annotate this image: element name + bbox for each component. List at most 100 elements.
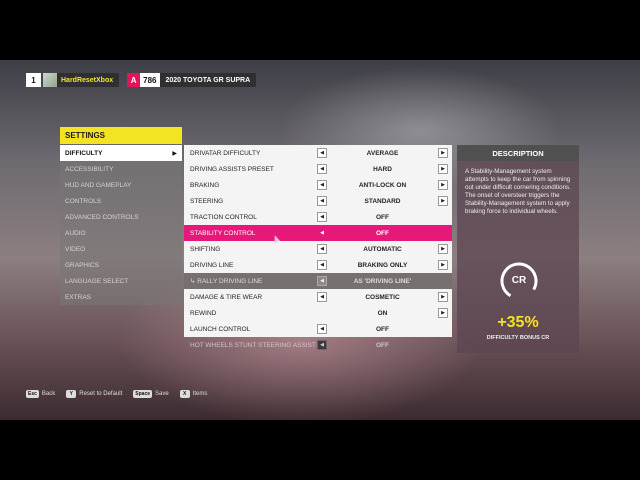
menu-item-language-select[interactable]: LANGUAGE SELECT xyxy=(60,273,182,289)
option-value: OFF xyxy=(376,213,389,221)
menu-item-label: EXTRAS xyxy=(65,293,92,301)
arrow-right-icon[interactable]: ▶ xyxy=(438,148,448,158)
arrow-left-icon[interactable]: ◀ xyxy=(317,212,327,222)
menu-item-label: HUD AND GAMEPLAY xyxy=(65,181,132,189)
back-control[interactable]: Esc Back xyxy=(26,390,55,398)
option-value: ANTI-LOCK ON xyxy=(358,181,407,189)
option-drivatar-difficulty[interactable]: DRIVATAR DIFFICULTY ◀ AVERAGE ▶ xyxy=(184,145,452,161)
option-value: OFF xyxy=(376,229,389,237)
option-value: OFF xyxy=(376,325,389,333)
arrow-right-icon[interactable]: ▶ xyxy=(438,260,448,270)
arrow-right-icon[interactable]: ▶ xyxy=(438,244,448,254)
option-value: BRAKING ONLY xyxy=(357,261,408,269)
option-label: DRIVING ASSISTS PRESET xyxy=(190,165,274,173)
option-braking[interactable]: BRAKING ◀ ANTI-LOCK ON ▶ xyxy=(184,177,452,193)
option-stability-control[interactable]: STABILITY CONTROL ◀ OFF xyxy=(184,225,452,241)
menu-item-graphics[interactable]: GRAPHICS xyxy=(60,257,182,273)
arrow-left-icon[interactable]: ◀ xyxy=(317,164,327,174)
option-value: HARD xyxy=(373,165,392,173)
menu-item-label: GRAPHICS xyxy=(65,261,99,269)
option-label: REWIND xyxy=(190,309,217,317)
menu-item-extras[interactable]: EXTRAS xyxy=(60,289,182,305)
option-value: STANDARD xyxy=(364,197,401,205)
option-value: AVERAGE xyxy=(366,149,399,157)
option-value: AS 'DRIVING LINE' xyxy=(353,277,412,285)
menu-item-label: DIFFICULTY xyxy=(65,149,103,157)
arrow-left-icon[interactable]: ◀ xyxy=(317,228,327,238)
cr-badge: CR xyxy=(511,275,527,286)
gamertag: HardResetXbox xyxy=(57,73,120,87)
menu-item-audio[interactable]: AUDIO xyxy=(60,225,182,241)
reset-label: Reset to Default xyxy=(79,391,123,397)
option-steering[interactable]: STEERING ◀ STANDARD ▶ xyxy=(184,193,452,209)
arrow-left-icon[interactable]: ◀ xyxy=(317,180,327,190)
arrow-right-icon[interactable]: ▶ xyxy=(438,164,448,174)
arrow-left-icon[interactable]: ◀ xyxy=(317,148,327,158)
x-key-icon: X xyxy=(179,390,190,398)
menu-item-label: LANGUAGE SELECT xyxy=(65,277,129,285)
option-driving-assists-preset[interactable]: DRIVING ASSISTS PRESET ◀ HARD ▶ xyxy=(184,161,452,177)
menu-item-label: ADVANCED CONTROLS xyxy=(65,213,139,221)
performance-index: 786 xyxy=(140,73,160,87)
arrow-right-icon[interactable]: ▶ xyxy=(438,196,448,206)
save-label: Save xyxy=(155,391,169,397)
option-driving-line[interactable]: DRIVING LINE ◀ BRAKING ONLY ▶ xyxy=(184,257,452,273)
car-name: 2020 TOYOTA GR SUPRA xyxy=(159,73,257,87)
esc-key-icon: Esc xyxy=(26,390,39,398)
option-value: COSMETIC xyxy=(365,293,400,301)
arrow-left-icon[interactable]: ◀ xyxy=(317,244,327,254)
arrow-left-icon[interactable]: ◀ xyxy=(317,324,327,334)
option-shifting[interactable]: SHIFTING ◀ AUTOMATIC ▶ xyxy=(184,241,452,257)
menu-item-label: CONTROLS xyxy=(65,197,102,205)
difficulty-bonus-value: +35% xyxy=(497,314,539,331)
items-label: Items xyxy=(192,391,208,397)
description-text: A Stability-Management system attempts t… xyxy=(465,168,571,215)
items-control[interactable]: X Items xyxy=(179,390,208,398)
option-label: STABILITY CONTROL xyxy=(190,229,256,237)
arrow-right-icon[interactable]: ▶ xyxy=(438,292,448,302)
option-value: ON xyxy=(377,309,388,317)
letterbox-bottom xyxy=(0,420,640,480)
player-rank: 1 xyxy=(26,73,41,87)
option-rewind[interactable]: REWIND ON ▶ xyxy=(184,305,452,321)
save-control[interactable]: Space Save xyxy=(133,390,169,398)
option-label: TRACTION CONTROL xyxy=(190,213,257,221)
difficulty-options: DRIVATAR DIFFICULTY ◀ AVERAGE ▶ DRIVING … xyxy=(184,145,452,353)
option-damage-tire-wear[interactable]: DAMAGE & TIRE WEAR ◀ COSMETIC ▶ xyxy=(184,289,452,305)
arrow-right-icon[interactable]: ▶ xyxy=(438,180,448,190)
arrow-left-icon[interactable]: ◀ xyxy=(317,196,327,206)
settings-header: SETTINGS xyxy=(60,127,182,144)
avatar xyxy=(43,73,57,87)
menu-item-hud-and-gameplay[interactable]: HUD AND GAMEPLAY xyxy=(60,177,182,193)
option-label: STEERING xyxy=(190,197,224,205)
menu-item-label: VIDEO xyxy=(65,245,86,253)
car-class-badge: A xyxy=(127,73,141,87)
arrow-left-icon[interactable]: ◀ xyxy=(317,260,327,270)
menu-item-video[interactable]: VIDEO xyxy=(60,241,182,257)
option-rally-driving-line: ↳ RALLY DRIVING LINE ◀ AS 'DRIVING LINE' xyxy=(184,273,452,289)
back-label: Back xyxy=(41,391,56,397)
option-label: SHIFTING xyxy=(190,245,221,253)
option-label: DRIVING LINE xyxy=(190,261,234,269)
arrow-left-icon[interactable]: ◀ xyxy=(317,292,327,302)
y-key-icon: Y xyxy=(66,390,77,398)
menu-item-label: ACCESSIBILITY xyxy=(65,165,114,173)
difficulty-bonus-label: DIFFICULTY BONUS CR xyxy=(486,335,550,341)
menu-item-label: AUDIO xyxy=(65,229,86,237)
description-header: DESCRIPTION xyxy=(457,145,579,161)
menu-item-controls[interactable]: CONTROLS xyxy=(60,193,182,209)
option-launch-control[interactable]: LAUNCH CONTROL ◀ OFF xyxy=(184,321,452,337)
letterbox-top xyxy=(0,0,640,60)
menu-item-advanced-controls[interactable]: ADVANCED CONTROLS xyxy=(60,209,182,225)
reset-control[interactable]: Y Reset to Default xyxy=(66,390,122,398)
arrow-right-icon[interactable]: ▶ xyxy=(438,308,448,318)
player-bar: 1 HardResetXbox A 786 2020 TOYOTA GR SUP… xyxy=(26,73,257,87)
menu-item-difficulty[interactable]: DIFFICULTY ▶ xyxy=(60,145,182,161)
option-value: AUTOMATIC xyxy=(363,245,402,253)
arrow-left-icon[interactable]: ◀ xyxy=(317,340,327,350)
option-hot-wheels-stunt-steering-assist[interactable]: HOT WHEELS STUNT STEERING ASSIST ◀ OFF xyxy=(184,337,452,353)
option-label: DRIVATAR DIFFICULTY xyxy=(190,149,261,157)
option-traction-control[interactable]: TRACTION CONTROL ◀ OFF xyxy=(184,209,452,225)
menu-item-accessibility[interactable]: ACCESSIBILITY xyxy=(60,161,182,177)
chevron-right-icon: ▶ xyxy=(172,150,177,157)
